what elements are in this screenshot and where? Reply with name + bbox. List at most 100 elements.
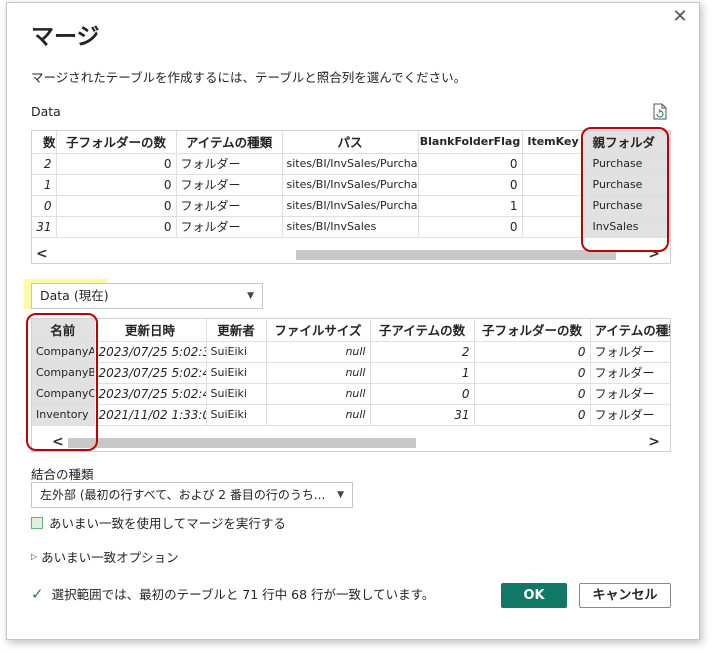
merge-dialog: ✕ マージ マージされたテーブルを作成するには、テーブルと照合列を選んでください…	[6, 2, 700, 640]
fuzzy-match-checkbox-row[interactable]: あいまい一致を使用してマージを実行する	[31, 513, 286, 532]
cancel-button[interactable]: キャンセル	[579, 583, 671, 608]
table-cell: フォルダー	[176, 153, 283, 175]
scroll-right-icon[interactable]: >	[648, 433, 660, 451]
bottom-table-header: 名前 更新日時 更新者 ファイルサイズ 子アイテムの数 子フォルダーの数 アイテ…	[32, 319, 670, 342]
table-cell: sites/BI/InvSales/Purchase	[282, 174, 419, 196]
table-cell: null	[266, 362, 371, 384]
table-select-dropdown[interactable]: Data (現在) ▼	[31, 283, 263, 309]
table-cell: 2023/07/25 5:02:45	[94, 383, 207, 405]
table-cell: 0	[32, 195, 57, 217]
match-status-text: 選択範囲では、最初のテーブルと 71 行中 68 行が一致しています。	[51, 587, 435, 602]
table-row[interactable]: 31 0 フォルダー sites/BI/InvSales 0 InvSales	[32, 216, 670, 238]
dialog-description: マージされたテーブルを作成するには、テーブルと照合列を選んでください。	[31, 70, 467, 85]
table-cell: 1	[418, 195, 523, 217]
column-header[interactable]: 子フォルダーの数	[474, 319, 591, 342]
scroll-thumb[interactable]	[68, 438, 416, 448]
table-cell	[522, 216, 585, 238]
table-cell: フォルダー	[590, 404, 670, 426]
table-row[interactable]: CompanyC 2023/07/25 5:02:45 SuiEiki null…	[32, 383, 670, 405]
chevron-down-icon: ▼	[247, 291, 254, 301]
table-cell: 1	[32, 174, 57, 196]
table-row[interactable]: Inventory 2021/11/02 1:33:03 SuiEiki nul…	[32, 404, 670, 426]
table-cell: 0	[474, 341, 591, 363]
join-kind-label: 結合の種類	[31, 467, 94, 482]
table-cell	[522, 174, 585, 196]
table-cell	[522, 153, 585, 175]
bottom-table: 名前 更新日時 更新者 ファイルサイズ 子アイテムの数 子フォルダーの数 アイテ…	[31, 318, 671, 452]
refresh-icon[interactable]	[653, 103, 667, 120]
table-row[interactable]: CompanyA 2023/07/25 5:02:35 SuiEiki null…	[32, 341, 670, 363]
table-cell: 0	[56, 195, 177, 217]
table-cell: 0	[56, 174, 177, 196]
top-table: 数 子フォルダーの数 アイテムの種類 パス BlankFolderFlag It…	[31, 130, 671, 264]
join-kind-dropdown[interactable]: 左外部 (最初の行すべて、および 2 番目の行のうち... ▼	[31, 482, 353, 508]
column-header[interactable]: ファイルサイズ	[266, 319, 371, 342]
table-cell: null	[266, 383, 371, 405]
table-cell: 0	[56, 153, 177, 175]
check-icon: ✓	[31, 584, 44, 603]
table-cell: 0	[56, 216, 177, 238]
table-cell: sites/BI/InvSales/Purchase	[282, 153, 419, 175]
column-header[interactable]: アイテムの種類	[590, 319, 670, 342]
table-cell: フォルダー	[590, 362, 670, 384]
fuzzy-options-toggle[interactable]: ▷ あいまい一致オプション	[31, 547, 179, 566]
chevron-down-icon: ▼	[337, 490, 344, 500]
scroll-left-icon[interactable]: <	[36, 245, 48, 263]
table-cell: sites/BI/InvSales/Purchase	[282, 195, 419, 217]
table-cell: 31	[370, 404, 475, 426]
column-header[interactable]: 更新日時	[94, 319, 207, 342]
table-cell: フォルダー	[176, 195, 283, 217]
table-cell: null	[266, 404, 371, 426]
table-cell: フォルダー	[176, 216, 283, 238]
column-header[interactable]: 子フォルダーの数	[56, 131, 177, 154]
column-header[interactable]: 子アイテムの数	[370, 319, 475, 342]
table-cell: 0	[474, 362, 591, 384]
fuzzy-match-checkbox[interactable]	[31, 516, 43, 529]
bottom-table-scrollbar[interactable]: < >	[32, 433, 670, 451]
table-cell: null	[266, 341, 371, 363]
match-status: ✓ 選択範囲では、最初のテーブルと 71 行中 68 行が一致しています。	[31, 584, 434, 603]
join-kind-value: 左外部 (最初の行すべて、および 2 番目の行のうち...	[40, 488, 326, 502]
table-cell	[522, 195, 585, 217]
highlight-parent-folder-column	[581, 127, 669, 252]
table-cell: 2021/11/02 1:33:03	[94, 404, 207, 426]
column-header[interactable]: BlankFolderFlag	[418, 131, 523, 154]
table-cell: 2023/07/25 5:02:40	[94, 362, 207, 384]
fuzzy-options-label: あいまい一致オプション	[41, 550, 179, 565]
table-cell: 0	[418, 216, 523, 238]
table-cell: 0	[418, 174, 523, 196]
table-cell: 0	[474, 404, 591, 426]
table-cell: SuiEiki	[206, 383, 267, 405]
table-row[interactable]: 2 0 フォルダー sites/BI/InvSales/Purchase 0 P…	[32, 153, 670, 175]
table-cell: 2	[370, 341, 475, 363]
column-header[interactable]: アイテムの種類	[176, 131, 283, 154]
table-cell: 2	[32, 153, 57, 175]
column-header[interactable]: ItemKey	[522, 131, 585, 154]
table-cell: SuiEiki	[206, 341, 267, 363]
top-table-scrollbar[interactable]: < >	[32, 245, 670, 263]
table-row[interactable]: 1 0 フォルダー sites/BI/InvSales/Purchase 0 P…	[32, 174, 670, 196]
table-cell: 1	[370, 362, 475, 384]
table-row[interactable]: 0 0 フォルダー sites/BI/InvSales/Purchase 1 P…	[32, 195, 670, 217]
top-table-header: 数 子フォルダーの数 アイテムの種類 パス BlankFolderFlag It…	[32, 131, 670, 154]
ok-button[interactable]: OK	[501, 583, 567, 608]
table-cell: 0	[418, 153, 523, 175]
close-icon[interactable]: ✕	[669, 7, 691, 29]
top-table-label: Data	[31, 104, 61, 119]
table-cell: フォルダー	[176, 174, 283, 196]
dialog-title: マージ	[31, 24, 100, 50]
table-row[interactable]: CompanyB 2023/07/25 5:02:40 SuiEiki null…	[32, 362, 670, 384]
table-cell: SuiEiki	[206, 362, 267, 384]
table-cell: sites/BI/InvSales	[282, 216, 419, 238]
table-cell: 31	[32, 216, 57, 238]
table-cell: 2023/07/25 5:02:35	[94, 341, 207, 363]
table-cell: SuiEiki	[206, 404, 267, 426]
column-header[interactable]: 数	[32, 131, 57, 154]
table-cell: フォルダー	[590, 341, 670, 363]
column-header[interactable]: 更新者	[206, 319, 267, 342]
table-cell: フォルダー	[590, 383, 670, 405]
expand-triangle-icon: ▷	[31, 552, 38, 561]
column-header[interactable]: パス	[282, 131, 419, 154]
scroll-thumb[interactable]	[296, 250, 616, 260]
fuzzy-match-label: あいまい一致を使用してマージを実行する	[49, 516, 286, 531]
